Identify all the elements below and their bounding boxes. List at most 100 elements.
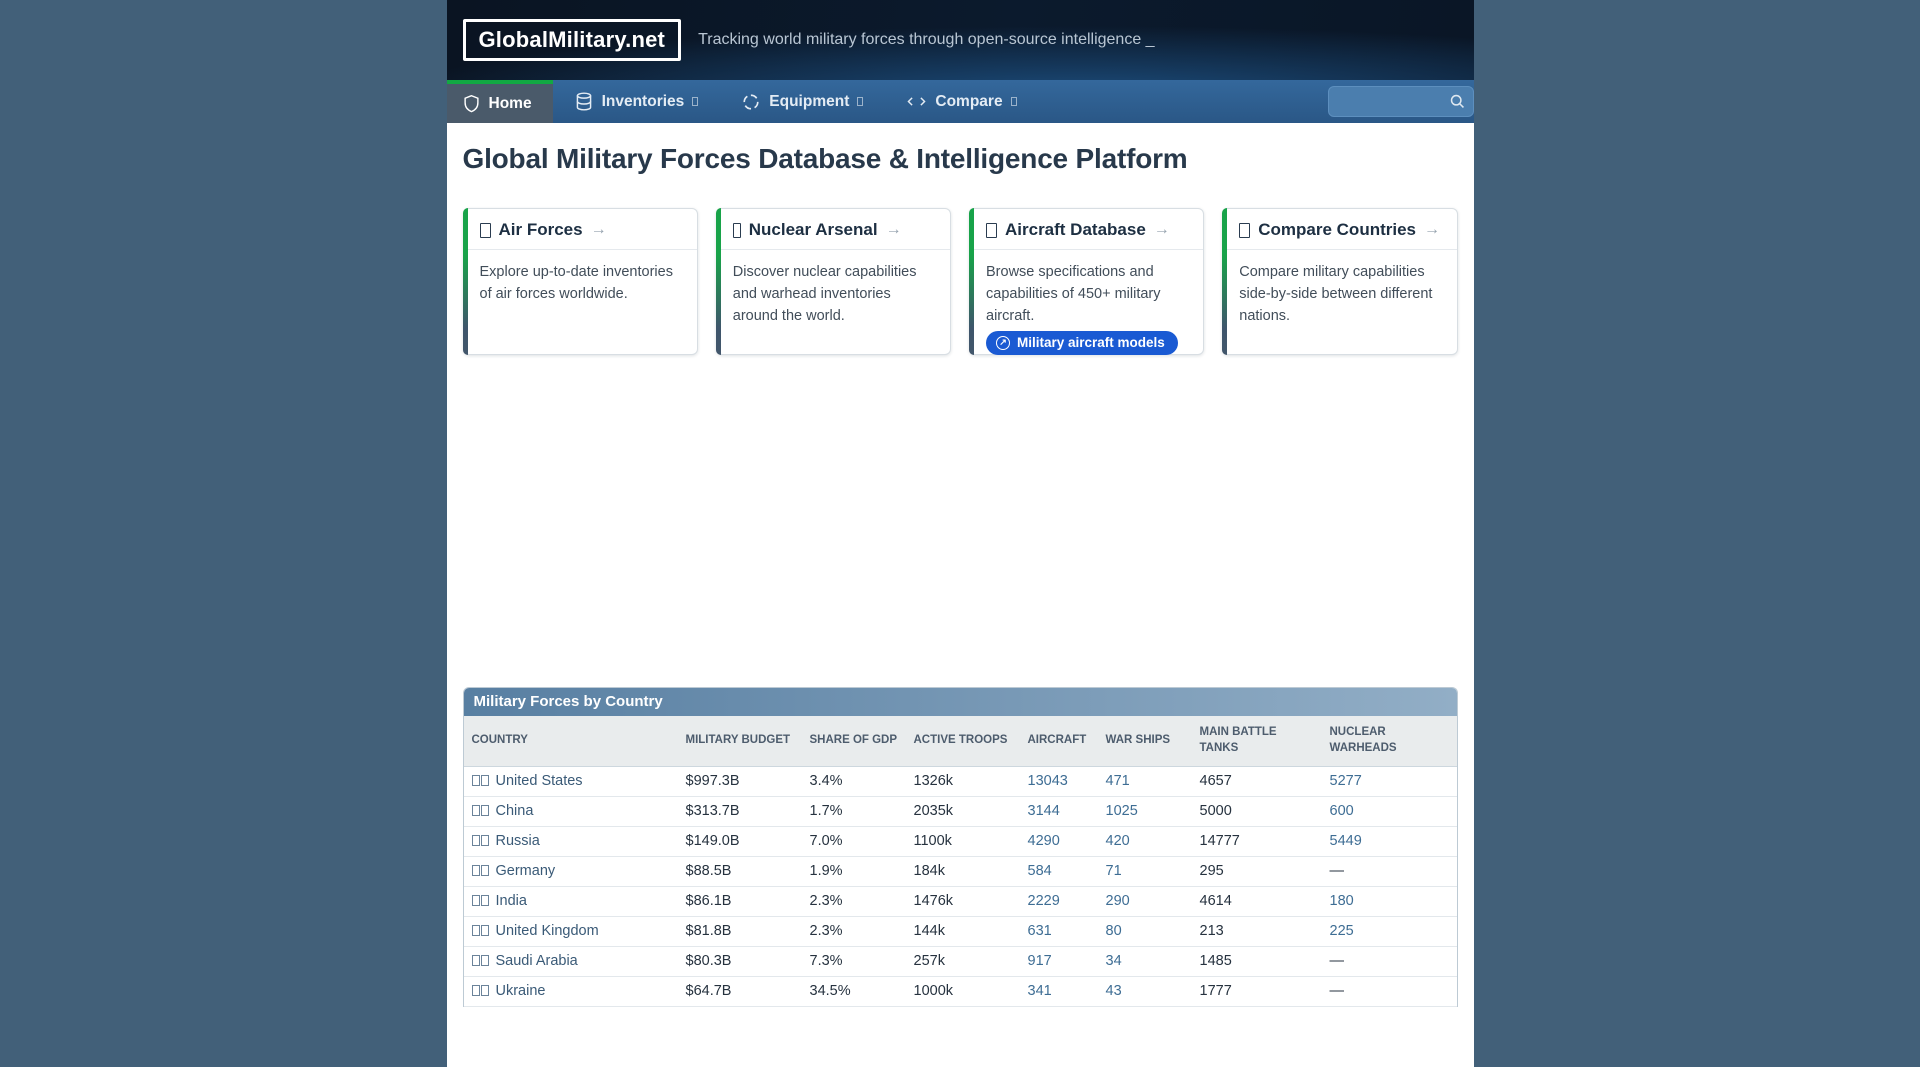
military-budget-cell: $81.8B [678, 916, 802, 946]
site-header: GlobalMilitary.net Tracking world milita… [447, 0, 1474, 80]
column-header-aircraft: AIRCRAFT [1020, 716, 1098, 766]
main-battle-tanks-cell: 1777 [1192, 976, 1322, 1006]
war-ships-count-link[interactable]: 471 [1098, 766, 1192, 796]
arrow-right-icon: → [591, 221, 607, 239]
war-ships-count-link[interactable]: 34 [1098, 946, 1192, 976]
nuclear-warheads-cell[interactable]: — [1322, 856, 1457, 886]
war-ships-count-link[interactable]: 80 [1098, 916, 1192, 946]
nav-item-compare[interactable]: Compare [885, 80, 1038, 123]
main-battle-tanks-cell: 1485 [1192, 946, 1322, 976]
column-header-military-budget: MILITARY BUDGET [678, 716, 802, 766]
nav-label: Home [489, 95, 532, 113]
card-description: Discover nuclear capabilities and warhea… [717, 250, 950, 327]
card-nuclear-arsenal[interactable]: Nuclear Arsenal → Discover nuclear capab… [716, 208, 951, 355]
arrow-right-icon: → [1154, 221, 1170, 239]
share-of-gdp-cell: 3.4% [802, 766, 906, 796]
dial-circle-icon [742, 93, 760, 111]
column-header-country: COUNTRY [464, 716, 678, 766]
military-aircraft-models-button[interactable]: ↗ Military aircraft models [986, 331, 1178, 355]
active-troops-cell: 184k [906, 856, 1020, 886]
nav-label: Equipment [769, 93, 849, 111]
table-header-row: COUNTRY MILITARY BUDGET SHARE OF GDP ACT… [464, 716, 1457, 766]
button-label: Military aircraft models [1017, 335, 1165, 350]
card-header: Aircraft Database → [970, 209, 1203, 250]
share-of-gdp-cell: 34.5% [802, 976, 906, 1006]
war-ships-count-link[interactable]: 43 [1098, 976, 1192, 1006]
war-ships-count-link[interactable]: 1025 [1098, 796, 1192, 826]
flag-placeholder-icon [472, 833, 490, 849]
main-battle-tanks-cell: 4657 [1192, 766, 1322, 796]
country-cell[interactable]: Saudi Arabia [464, 946, 678, 976]
war-ships-count-link[interactable]: 71 [1098, 856, 1192, 886]
aircraft-count-link[interactable]: 2229 [1020, 886, 1098, 916]
nuclear-warheads-cell[interactable]: — [1322, 976, 1457, 1006]
military-budget-cell: $64.7B [678, 976, 802, 1006]
aircraft-count-link[interactable]: 13043 [1020, 766, 1098, 796]
card-description: Compare military capabilities side-by-si… [1223, 250, 1456, 327]
active-troops-cell: 257k [906, 946, 1020, 976]
page-title: Global Military Forces Database & Intell… [463, 123, 1458, 176]
country-cell[interactable]: India [464, 886, 678, 916]
share-of-gdp-cell: 2.3% [802, 886, 906, 916]
table-row: Ukraine $64.7B 34.5% 1000k 341 43 1777 — [464, 976, 1457, 1006]
database-icon [575, 92, 593, 111]
main-battle-tanks-cell: 4614 [1192, 886, 1322, 916]
card-description: Browse specifications and capabilities o… [970, 250, 1203, 355]
column-header-share-of-gdp: SHARE OF GDP [802, 716, 906, 766]
column-header-active-troops: ACTIVE TROOPS [906, 716, 1020, 766]
military-budget-cell: $997.3B [678, 766, 802, 796]
arrow-right-icon: → [1424, 221, 1440, 239]
card-air-forces[interactable]: Air Forces → Explore up-to-date inventor… [463, 208, 698, 355]
aircraft-count-link[interactable]: 917 [1020, 946, 1098, 976]
war-ships-count-link[interactable]: 420 [1098, 826, 1192, 856]
country-cell[interactable]: United Kingdom [464, 916, 678, 946]
flag-placeholder-icon [472, 983, 490, 999]
active-troops-cell: 1476k [906, 886, 1020, 916]
circle-arrow-icon: ↗ [996, 336, 1010, 350]
dropdown-caret-icon [692, 97, 698, 106]
search-input[interactable] [1328, 86, 1474, 117]
nuclear-warheads-cell[interactable]: 225 [1322, 916, 1457, 946]
war-ships-count-link[interactable]: 290 [1098, 886, 1192, 916]
aircraft-count-link[interactable]: 584 [1020, 856, 1098, 886]
nav-item-home[interactable]: Home [447, 80, 553, 123]
nav-item-equipment[interactable]: Equipment [720, 80, 885, 123]
shield-icon [463, 94, 480, 113]
country-cell[interactable]: Germany [464, 856, 678, 886]
aircraft-count-link[interactable]: 631 [1020, 916, 1098, 946]
flag-placeholder-icon [472, 773, 490, 789]
military-forces-table: COUNTRY MILITARY BUDGET SHARE OF GDP ACT… [464, 716, 1457, 1007]
main-battle-tanks-cell: 213 [1192, 916, 1322, 946]
site-tagline: Tracking world military forces through o… [698, 31, 1155, 49]
card-title: Aircraft Database [1005, 220, 1146, 240]
table-row: Saudi Arabia $80.3B 7.3% 257k 917 34 148… [464, 946, 1457, 976]
aircraft-count-link[interactable]: 3144 [1020, 796, 1098, 826]
page-container: GlobalMilitary.net Tracking world milita… [447, 0, 1474, 1067]
nuclear-warheads-cell[interactable]: 5277 [1322, 766, 1457, 796]
nuclear-warheads-cell[interactable]: 600 [1322, 796, 1457, 826]
share-of-gdp-cell: 7.3% [802, 946, 906, 976]
dropdown-caret-icon [1011, 97, 1017, 106]
share-of-gdp-cell: 1.7% [802, 796, 906, 826]
arrow-right-icon: → [886, 221, 902, 239]
nuclear-warheads-cell[interactable]: — [1322, 946, 1457, 976]
column-header-war-ships: WAR SHIPS [1098, 716, 1192, 766]
main-battle-tanks-cell: 14777 [1192, 826, 1322, 856]
country-cell[interactable]: Russia [464, 826, 678, 856]
card-aircraft-database[interactable]: Aircraft Database → Browse specification… [969, 208, 1204, 355]
country-cell[interactable]: Ukraine [464, 976, 678, 1006]
nuclear-warheads-cell[interactable]: 180 [1322, 886, 1457, 916]
nuclear-warheads-cell[interactable]: 5449 [1322, 826, 1457, 856]
aircraft-count-link[interactable]: 4290 [1020, 826, 1098, 856]
military-budget-cell: $80.3B [678, 946, 802, 976]
column-header-nuclear-warheads: NUCLEAR WARHEADS [1322, 716, 1457, 766]
aircraft-count-link[interactable]: 341 [1020, 976, 1098, 1006]
site-logo[interactable]: GlobalMilitary.net [463, 19, 682, 61]
nav-item-inventories[interactable]: Inventories [553, 80, 721, 123]
country-cell[interactable]: United States [464, 766, 678, 796]
flag-placeholder-icon [472, 893, 490, 909]
card-compare-countries[interactable]: Compare Countries → Compare military cap… [1222, 208, 1457, 355]
card-header: Air Forces → [464, 209, 697, 250]
country-cell[interactable]: China [464, 796, 678, 826]
military-budget-cell: $149.0B [678, 826, 802, 856]
